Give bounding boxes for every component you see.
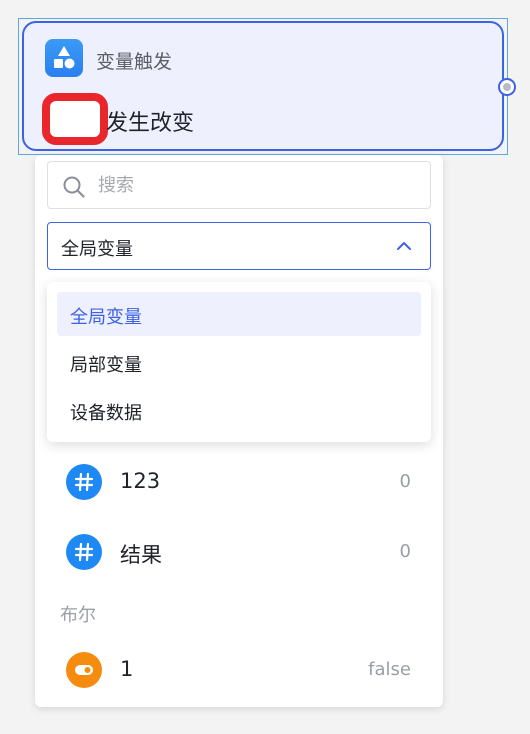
node-title: 变量触发 [96,51,173,73]
node-output-port[interactable] [498,78,516,96]
node-event-label: 发生改变 [106,111,195,136]
search-box[interactable] [47,161,431,209]
variable-name: 123 [120,469,161,493]
variable-value: 0 [399,541,411,562]
variable-name: 结果 [120,543,162,567]
group-label-boolean: 布尔 [60,605,96,626]
scope-select-value: 全局变量 [61,239,133,260]
variable-item[interactable]: 123 0 [35,456,443,508]
variable-value: false [368,659,411,680]
hash-icon [66,464,102,500]
variable-name: 1 [120,657,134,681]
highlight-box [42,93,108,145]
option-label: 局部变量 [70,355,142,376]
scope-select[interactable]: 全局变量 [47,222,431,270]
variable-item[interactable]: 结果 0 [35,526,443,578]
option-label: 全局变量 [70,307,142,328]
option-label: 设备数据 [70,403,142,424]
variable-value: 0 [399,471,411,492]
option-global-variables[interactable]: 全局变量 [57,292,421,336]
option-local-variables[interactable]: 局部变量 [57,340,421,384]
search-input[interactable] [98,170,418,200]
toggle-icon [66,652,102,688]
option-device-data[interactable]: 设备数据 [57,388,421,432]
variable-item[interactable]: 1 false [35,644,443,696]
variable-trigger-node[interactable]: 变量触发 发生改变 [22,21,504,151]
hash-icon [66,534,102,570]
scope-options-menu: 全局变量 局部变量 设备数据 [47,282,431,442]
shapes-icon [45,39,83,77]
chevron-up-icon [397,242,411,250]
search-icon [63,176,85,198]
